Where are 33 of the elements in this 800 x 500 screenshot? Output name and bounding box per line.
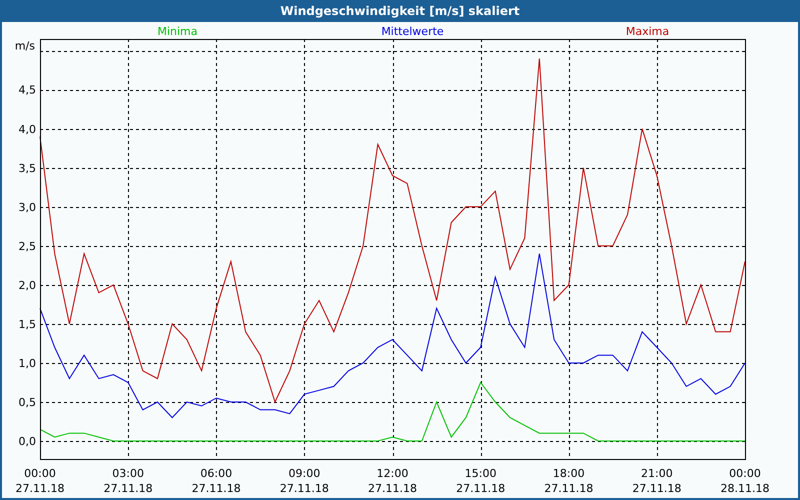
x-tick-label: 00:00 [729, 467, 761, 480]
legend-label: Minima [157, 25, 198, 38]
y-tick-label: 3,5 [18, 162, 36, 175]
date-label: 27.11.18 [104, 482, 153, 495]
x-tick-label: 15:00 [464, 467, 496, 480]
date-label: 28.11.18 [720, 482, 770, 495]
date-label: 27.11.18 [632, 482, 682, 495]
window-title: Windgeschwindigkeit [m/s] skaliert [2, 0, 798, 22]
legend-label: Maxima [626, 25, 670, 38]
y-tick-label: 0,0 [18, 435, 36, 448]
y-tick-label: 4,5 [18, 84, 36, 97]
y-tick-label: 2,5 [18, 240, 36, 253]
x-tick-label: 06:00 [200, 467, 232, 480]
y-axis-label: m/s [14, 40, 35, 53]
date-label: 27.11.18 [280, 482, 329, 495]
date-label: 27.11.18 [544, 482, 594, 495]
y-tick-label: 0,5 [18, 396, 36, 409]
y-tick-label: 3,0 [18, 200, 36, 214]
date-label: 27.11.18 [16, 482, 64, 495]
date-label: 27.11.18 [368, 482, 417, 495]
y-tick-label: 2,0 [18, 278, 36, 292]
date-label: 27.11.18 [456, 482, 506, 495]
x-tick-label: 12:00 [376, 467, 408, 480]
x-tick-label: 09:00 [288, 467, 320, 480]
y-tick-label: 4,0 [18, 122, 36, 136]
legend-label: Mittelwerte [381, 25, 444, 38]
x-tick-label: 21:00 [641, 467, 673, 480]
x-tick-label: 03:00 [112, 467, 144, 480]
y-tick-label: 1,5 [18, 318, 36, 331]
y-tick-label: 1,0 [18, 356, 36, 370]
x-tick-label: 18:00 [552, 467, 585, 480]
x-tick-label: 00:00 [24, 467, 56, 480]
date-label: 27.11.18 [192, 482, 241, 495]
